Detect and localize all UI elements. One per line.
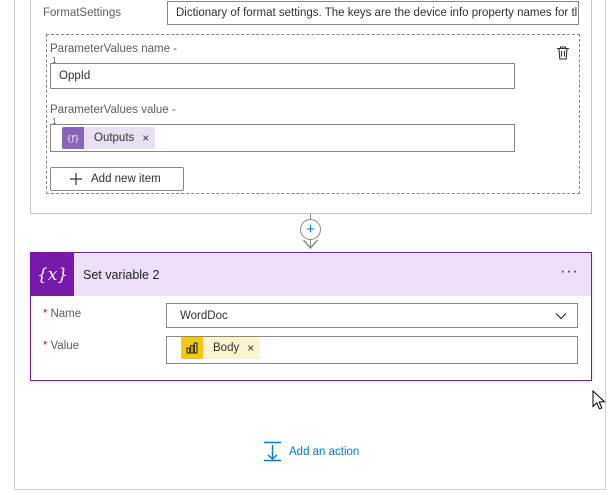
variable-icon: {x} [31, 253, 74, 296]
delete-item-icon[interactable] [555, 45, 571, 61]
svg-text:{ƒ}: {ƒ} [67, 134, 80, 143]
arrow-down-icon [302, 239, 319, 250]
parameter-name-input[interactable]: OppId [50, 63, 515, 89]
add-new-item-button[interactable]: Add new item [50, 167, 184, 191]
add-action-icon [264, 441, 281, 462]
parameter-name-label: ParameterValues name - [50, 43, 177, 55]
name-dropdown[interactable]: WordDoc [166, 303, 578, 328]
insert-step-button[interactable]: + [300, 219, 321, 240]
name-label: * Name [43, 308, 81, 320]
add-an-action-button[interactable]: Add an action [263, 441, 359, 462]
name-required-marker: * [43, 308, 48, 320]
previous-action-card: FormatSettings Dictionary of format sett… [30, 0, 592, 214]
value-required-marker: * [43, 340, 48, 352]
name-label-text: Name [50, 308, 82, 320]
parameter-value-label: ParameterValues value - [50, 104, 176, 116]
mouse-cursor-icon [592, 390, 606, 410]
format-settings-value: Dictionary of format settings. The keys … [176, 7, 578, 19]
parameter-values-group: ParameterValues name - 1 OppId Parameter… [46, 34, 580, 194]
outputs-token[interactable]: {ƒ} Outputs × [62, 127, 156, 149]
insert-step-plus: + [306, 221, 315, 238]
outputs-token-label: Outputs [94, 132, 135, 144]
power-bi-icon [181, 337, 203, 359]
body-token[interactable]: Body × [181, 337, 261, 359]
format-settings-input[interactable]: Dictionary of format settings. The keys … [167, 1, 579, 25]
chevron-down-icon [555, 313, 567, 320]
more-options-icon[interactable]: ··· [560, 263, 579, 281]
set-variable-header[interactable]: {x} Set variable 2 ··· [31, 253, 591, 296]
value-label: * Value [43, 340, 79, 352]
add-an-action-label: Add an action [289, 445, 360, 458]
name-dropdown-value: WordDoc [180, 309, 228, 322]
plus-icon [70, 173, 82, 185]
value-label-text: Value [50, 340, 80, 352]
body-token-remove-icon[interactable]: × [247, 341, 260, 355]
set-variable-card: {x} Set variable 2 ··· * Name WordDoc * Va… [30, 252, 592, 381]
outputs-token-remove-icon[interactable]: × [142, 131, 155, 145]
set-variable-title[interactable]: Set variable 2 [83, 268, 159, 282]
add-new-item-label: Add new item [91, 173, 161, 185]
variable-icon-text: {x} [36, 264, 69, 285]
format-settings-label: FormatSettings [43, 7, 121, 19]
parameter-name-value: OppId [59, 70, 91, 82]
expression-icon: {ƒ} [62, 127, 84, 149]
body-token-label: Body [213, 342, 240, 354]
